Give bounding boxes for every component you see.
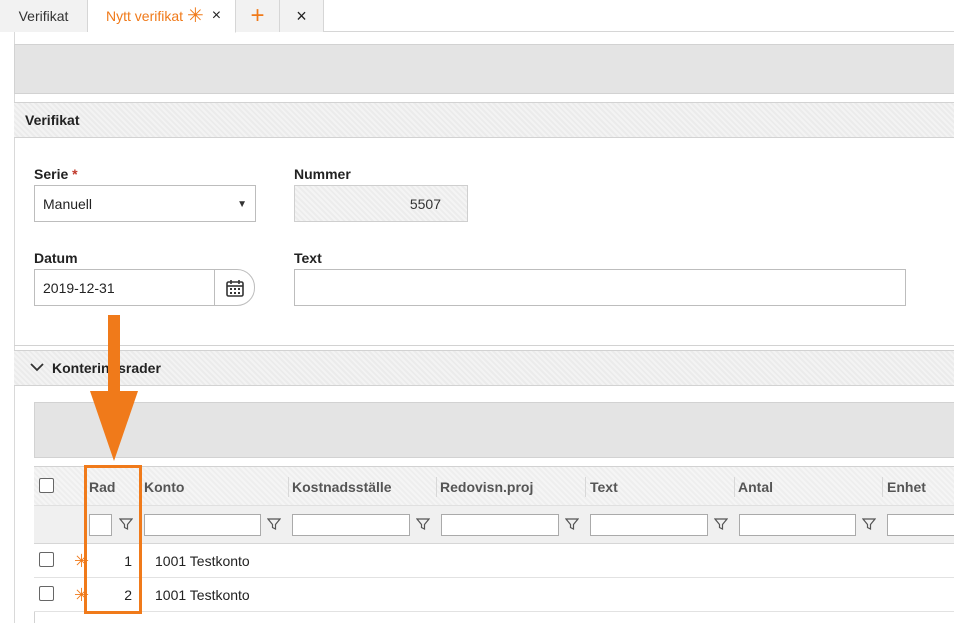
filter-icon[interactable]	[416, 517, 430, 531]
verifikat-panel-header: Verifikat	[14, 102, 954, 138]
table-row[interactable]: ✳ 1 1001 Testkonto	[34, 544, 954, 578]
row-checkbox[interactable]	[39, 552, 54, 567]
rad-column-highlight	[84, 465, 142, 614]
tab-verifikat[interactable]: Verifikat	[0, 0, 88, 32]
tab-nytt-verifikat[interactable]: Nytt verifikat ✳ ×	[88, 0, 236, 33]
column-header-text[interactable]: Text	[590, 479, 618, 495]
filter-input-enhet[interactable]	[887, 514, 954, 536]
column-header-antal[interactable]: Antal	[738, 479, 773, 495]
grid-header-row: Rad Konto Kostnadsställe Redovisn.proj T…	[34, 466, 954, 506]
grid-toolbar	[34, 402, 954, 458]
tab-label: Verifikat	[18, 8, 69, 24]
table-row[interactable]: ✳ 2 1001 Testkonto	[34, 578, 954, 612]
filter-icon[interactable]	[862, 517, 876, 531]
filter-icon[interactable]	[267, 517, 281, 531]
datum-label: Datum	[34, 250, 78, 266]
verifikat-panel-body	[14, 138, 954, 346]
filter-input-kostnadsstalle[interactable]	[292, 514, 410, 536]
down-arrow-icon	[90, 315, 138, 461]
serie-label-text: Serie	[34, 166, 69, 182]
column-separator	[585, 477, 586, 497]
nummer-value: 5507	[409, 195, 441, 212]
serie-select[interactable]: Manuell ▼	[34, 185, 256, 222]
add-tab-button[interactable]: +	[236, 0, 280, 32]
nummer-field: 5507	[294, 185, 468, 222]
form-toolbar	[14, 44, 954, 94]
serie-value: Manuell	[43, 195, 93, 212]
serie-label: Serie *	[34, 166, 78, 182]
column-header-enhet[interactable]: Enhet	[887, 479, 926, 495]
filter-input-antal[interactable]	[739, 514, 856, 536]
close-all-button[interactable]: ×	[280, 0, 324, 32]
row-checkbox[interactable]	[39, 586, 54, 601]
panel-title: Verifikat	[25, 112, 80, 128]
column-separator	[288, 477, 289, 497]
text-input[interactable]	[294, 269, 906, 306]
grid-filter-row	[34, 506, 954, 544]
close-icon: ×	[296, 5, 307, 26]
filter-input-text[interactable]	[590, 514, 708, 536]
plus-icon: +	[250, 2, 265, 29]
column-header-kostnadsstalle[interactable]: Kostnadsställe	[292, 479, 392, 495]
tab-label: Nytt verifikat	[106, 8, 184, 24]
filter-icon[interactable]	[714, 517, 728, 531]
required-marker: *	[72, 166, 78, 182]
datum-value: 2019-12-31	[43, 279, 115, 296]
calendar-button[interactable]	[214, 269, 255, 306]
modified-star-icon: ✳	[187, 5, 204, 27]
filter-input-redovisn-proj[interactable]	[441, 514, 559, 536]
column-separator	[436, 477, 437, 497]
column-header-konto[interactable]: Konto	[144, 479, 184, 495]
datum-input[interactable]: 2019-12-31	[34, 269, 214, 306]
filter-input-konto[interactable]	[144, 514, 261, 536]
filter-icon[interactable]	[565, 517, 579, 531]
tab-bar: Verifikat Nytt verifikat ✳ × + ×	[0, 0, 954, 33]
close-tab-icon[interactable]: ×	[212, 7, 221, 25]
calendar-icon	[225, 279, 244, 297]
kontering-panel-header[interactable]: Konteringsrader	[14, 350, 954, 386]
chevron-down-icon[interactable]	[30, 360, 44, 374]
column-header-redovisn-proj[interactable]: Redovisn.proj	[440, 479, 533, 495]
select-all-checkbox[interactable]	[39, 478, 54, 493]
column-separator	[734, 477, 735, 497]
nummer-label: Nummer	[294, 166, 351, 182]
row-konto: 1001 Testkonto	[155, 553, 250, 569]
dropdown-caret-icon: ▼	[237, 199, 247, 210]
row-konto: 1001 Testkonto	[155, 587, 250, 603]
column-separator	[882, 477, 883, 497]
text-label: Text	[294, 250, 322, 266]
